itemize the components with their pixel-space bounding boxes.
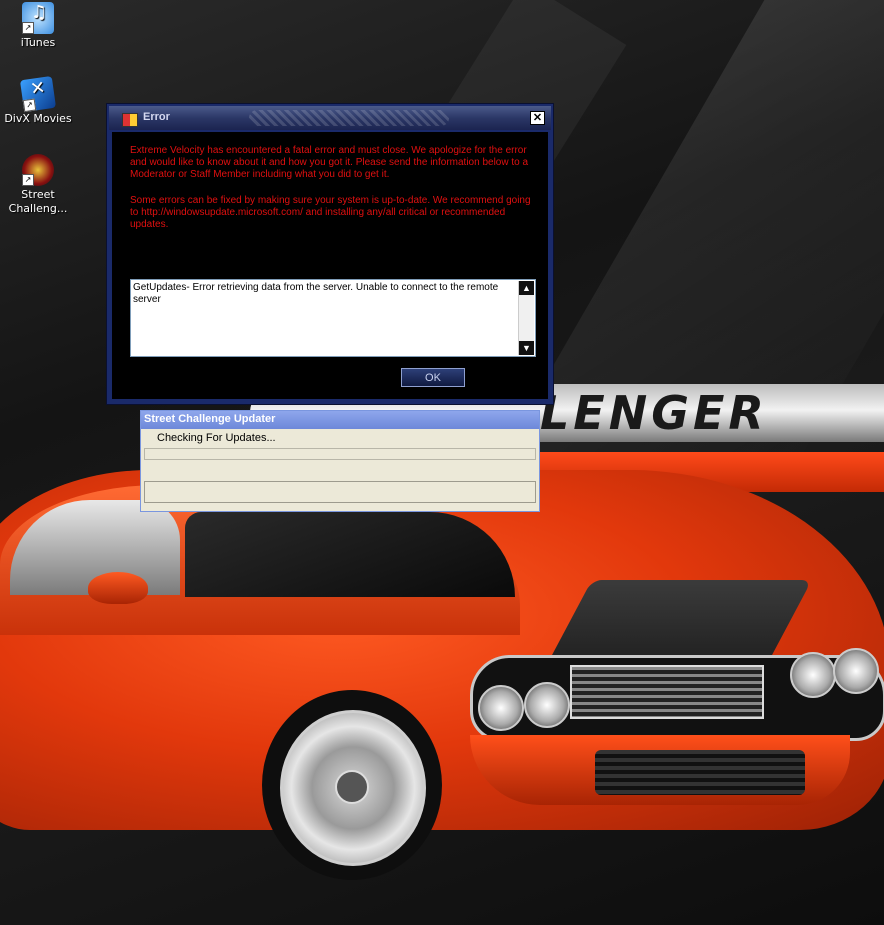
error-details-text: GetUpdates- Error retrieving data from t… <box>133 282 499 305</box>
error-details-scrollbar[interactable]: ▲ ▼ <box>518 281 534 355</box>
desktop-icon-label: iTunes <box>20 36 56 49</box>
updater-status: Checking For Updates... <box>157 432 276 444</box>
car-windshield <box>185 512 515 597</box>
car-vent <box>595 750 805 795</box>
shortcut-arrow-icon: ↗ <box>22 174 34 186</box>
desktop-icon-label: DivX Movies <box>4 112 72 125</box>
error-message-paragraph-1: Extreme Velocity has encountered a fatal… <box>130 145 529 180</box>
desktop-icon-label: Street Challeng... <box>8 188 68 215</box>
x-glyph: ✕ <box>28 77 47 100</box>
car-headlight <box>790 652 836 698</box>
street-challenge-icon: ↗ <box>22 154 54 186</box>
updater-titlebar[interactable]: Street Challenge Updater <box>141 411 539 429</box>
error-dialog-title: Error <box>143 111 170 123</box>
scroll-down-icon[interactable]: ▼ <box>519 341 534 355</box>
car-headlight <box>478 685 524 731</box>
desktop-icon-divx[interactable]: ✕ ↗ DivX Movies <box>0 75 76 126</box>
error-message-paragraph-2: Some errors can be fixed by making sure … <box>130 195 531 230</box>
ok-button[interactable]: OK <box>401 368 465 387</box>
updater-dialog: Street Challenge Updater Checking For Up… <box>140 410 540 512</box>
shortcut-arrow-icon: ↗ <box>22 98 37 113</box>
error-dialog-body: Extreme Velocity has encountered a fatal… <box>112 132 548 399</box>
app-icon <box>122 113 138 127</box>
close-button[interactable]: ✕ <box>530 111 545 125</box>
itunes-icon: ♫ ↗ <box>22 2 54 34</box>
updater-details-panel <box>144 481 536 503</box>
titlebar-pattern <box>249 110 449 126</box>
music-note-glyph: ♫ <box>31 2 48 23</box>
updater-progress-bar <box>144 448 536 460</box>
car-headlight <box>833 648 879 694</box>
wallpaper-logo-text: LENGER <box>540 386 768 440</box>
car-hub <box>335 770 369 804</box>
car-mirror <box>88 572 148 604</box>
scroll-up-icon[interactable]: ▲ <box>519 281 534 295</box>
divx-icon: ✕ ↗ <box>19 75 57 113</box>
car-grille-bars <box>570 665 764 719</box>
desktop-icon-itunes[interactable]: ♫ ↗ iTunes <box>0 2 76 50</box>
shortcut-arrow-icon: ↗ <box>22 22 34 34</box>
car-headlight <box>524 682 570 728</box>
error-dialog-titlebar[interactable]: Error ✕ <box>109 106 551 130</box>
error-dialog: Error ✕ Extreme Velocity has encountered… <box>106 103 554 405</box>
error-details-textbox[interactable]: GetUpdates- Error retrieving data from t… <box>130 279 536 357</box>
updater-title: Street Challenge Updater <box>144 413 276 425</box>
error-message: Extreme Velocity has encountered a fatal… <box>130 145 540 245</box>
desktop-icon-street-challenge[interactable]: ↗ Street Challeng... <box>0 154 76 216</box>
